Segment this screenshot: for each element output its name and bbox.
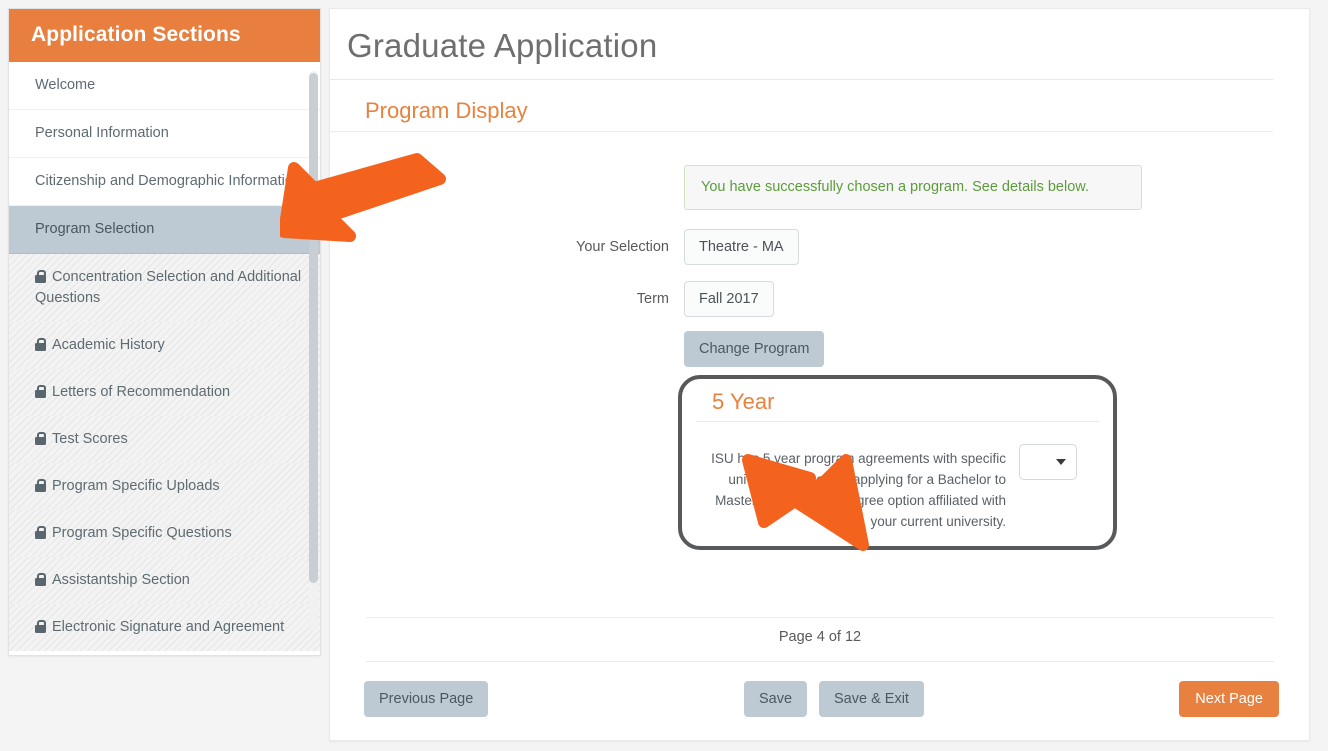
change-program-button[interactable]: Change Program [684, 331, 824, 367]
sidebar-scrollbar-thumb[interactable] [309, 73, 318, 583]
sidebar-item-welcome[interactable]: Welcome [9, 62, 320, 110]
sidebar-item-label: Concentration Selection and Additional Q… [35, 269, 301, 306]
lock-icon [35, 270, 46, 283]
sidebar-item-label: Program Specific Questions [52, 525, 232, 541]
sidebar-item-personal-information[interactable]: Personal Information [9, 110, 320, 158]
sidebar-item-assistantship-section[interactable]: Assistantship Section [9, 557, 320, 604]
sidebar-item-label: Electronic Signature and Agreement [52, 619, 284, 635]
next-page-button[interactable]: Next Page [1179, 681, 1279, 717]
five-year-title: 5 Year [696, 379, 1099, 422]
sidebar-item-label: Program Selection [35, 221, 154, 237]
sidebar-item-label: Citizenship and Demographic Information [35, 173, 301, 189]
sidebar-item-label: Welcome [35, 77, 95, 93]
lock-icon [35, 526, 46, 539]
five-year-select[interactable] [1019, 444, 1077, 480]
footer-divider-top [366, 617, 1274, 618]
previous-page-button[interactable]: Previous Page [364, 681, 488, 717]
your-selection-row: Your Selection Theatre - MA [532, 229, 799, 265]
sidebar-item-test-scores[interactable]: Test Scores [9, 416, 320, 463]
your-selection-value[interactable]: Theatre - MA [684, 229, 799, 265]
sidebar-item-label: Academic History [52, 337, 165, 353]
sidebar-item-label: Test Scores [52, 431, 128, 447]
sidebar-item-academic-history[interactable]: Academic History [9, 322, 320, 369]
page-indicator: Page 4 of 12 [366, 629, 1274, 645]
save-and-exit-button[interactable]: Save & Exit [819, 681, 924, 717]
five-year-section: 5 Year ISU has 5 year program agreements… [678, 375, 1117, 550]
term-row: Term Fall 2017 [532, 281, 774, 317]
lock-icon [35, 479, 46, 492]
sidebar-item-program-selection[interactable]: Program Selection [9, 206, 320, 254]
lock-icon [35, 573, 46, 586]
sidebar-item-concentration-selection-and-additional-questions[interactable]: Concentration Selection and Additional Q… [9, 254, 320, 322]
sidebar-item-label: Program Specific Uploads [52, 478, 220, 494]
sidebar-header: Application Sections [9, 9, 320, 62]
five-year-question-text: ISU has 5 year program agreements with s… [698, 449, 1006, 533]
main-content-panel: Graduate Application Program Display You… [329, 8, 1310, 741]
save-button[interactable]: Save [744, 681, 807, 717]
sidebar-nav-list: Welcome Personal Information Citizenship a… [9, 62, 320, 651]
term-value[interactable]: Fall 2017 [684, 281, 774, 317]
chevron-down-icon [1056, 459, 1066, 465]
sidebar-item-label: Letters of Recommendation [52, 384, 230, 400]
page-title: Graduate Application [330, 9, 1273, 80]
sidebar-item-label: Personal Information [35, 125, 169, 141]
sidebar-item-electronic-signature-and-agreement[interactable]: Electronic Signature and Agreement [9, 604, 320, 651]
sidebar-item-letters-of-recommendation[interactable]: Letters of Recommendation [9, 369, 320, 416]
lock-icon [35, 385, 46, 398]
lock-icon [35, 338, 46, 351]
footer-divider-bottom [366, 661, 1274, 662]
sidebar-item-citizenship-and-demographic-information[interactable]: Citizenship and Demographic Information [9, 158, 320, 206]
success-alert: You have successfully chosen a program. … [684, 165, 1142, 210]
section-heading-program-display: Program Display [330, 80, 1273, 132]
sidebar-item-label: Assistantship Section [52, 572, 190, 588]
sidebar-item-program-specific-questions[interactable]: Program Specific Questions [9, 510, 320, 557]
application-sections-sidebar: Application Sections Welcome Personal Inf… [8, 8, 321, 656]
sidebar-item-program-specific-uploads[interactable]: Program Specific Uploads [9, 463, 320, 510]
lock-icon [35, 620, 46, 633]
term-label: Term [532, 291, 684, 307]
your-selection-label: Your Selection [532, 239, 684, 255]
lock-icon [35, 432, 46, 445]
